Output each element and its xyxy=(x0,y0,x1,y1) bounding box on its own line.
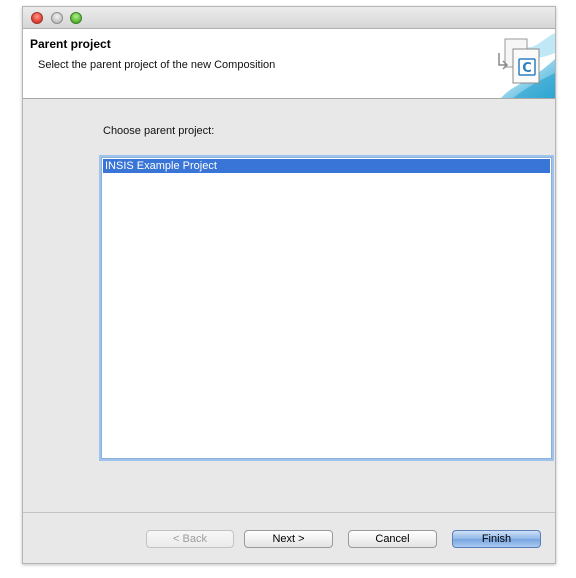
cancel-button[interactable]: Cancel xyxy=(348,530,437,548)
wizard-dialog: Parent project Select the parent project… xyxy=(22,6,556,564)
choose-project-label: Choose parent project: xyxy=(103,125,215,137)
back-button[interactable]: < Back xyxy=(146,530,234,548)
svg-text:C: C xyxy=(522,61,532,76)
minimize-window-icon[interactable] xyxy=(51,12,63,24)
wizard-header: Parent project Select the parent project… xyxy=(23,29,555,99)
next-button[interactable]: Next > xyxy=(244,530,333,548)
new-composition-wizard-icon: C xyxy=(483,29,555,98)
page-description: Select the parent project of the new Com… xyxy=(38,59,276,71)
project-list-item[interactable]: INSIS Example Project xyxy=(103,159,550,173)
footer-separator xyxy=(23,512,555,513)
project-list[interactable]: INSIS Example Project xyxy=(101,157,552,459)
zoom-window-icon[interactable] xyxy=(70,12,82,24)
finish-button[interactable]: Finish xyxy=(452,530,541,548)
page-title: Parent project xyxy=(30,37,111,51)
title-bar[interactable] xyxy=(23,7,555,29)
close-window-icon[interactable] xyxy=(31,12,43,24)
